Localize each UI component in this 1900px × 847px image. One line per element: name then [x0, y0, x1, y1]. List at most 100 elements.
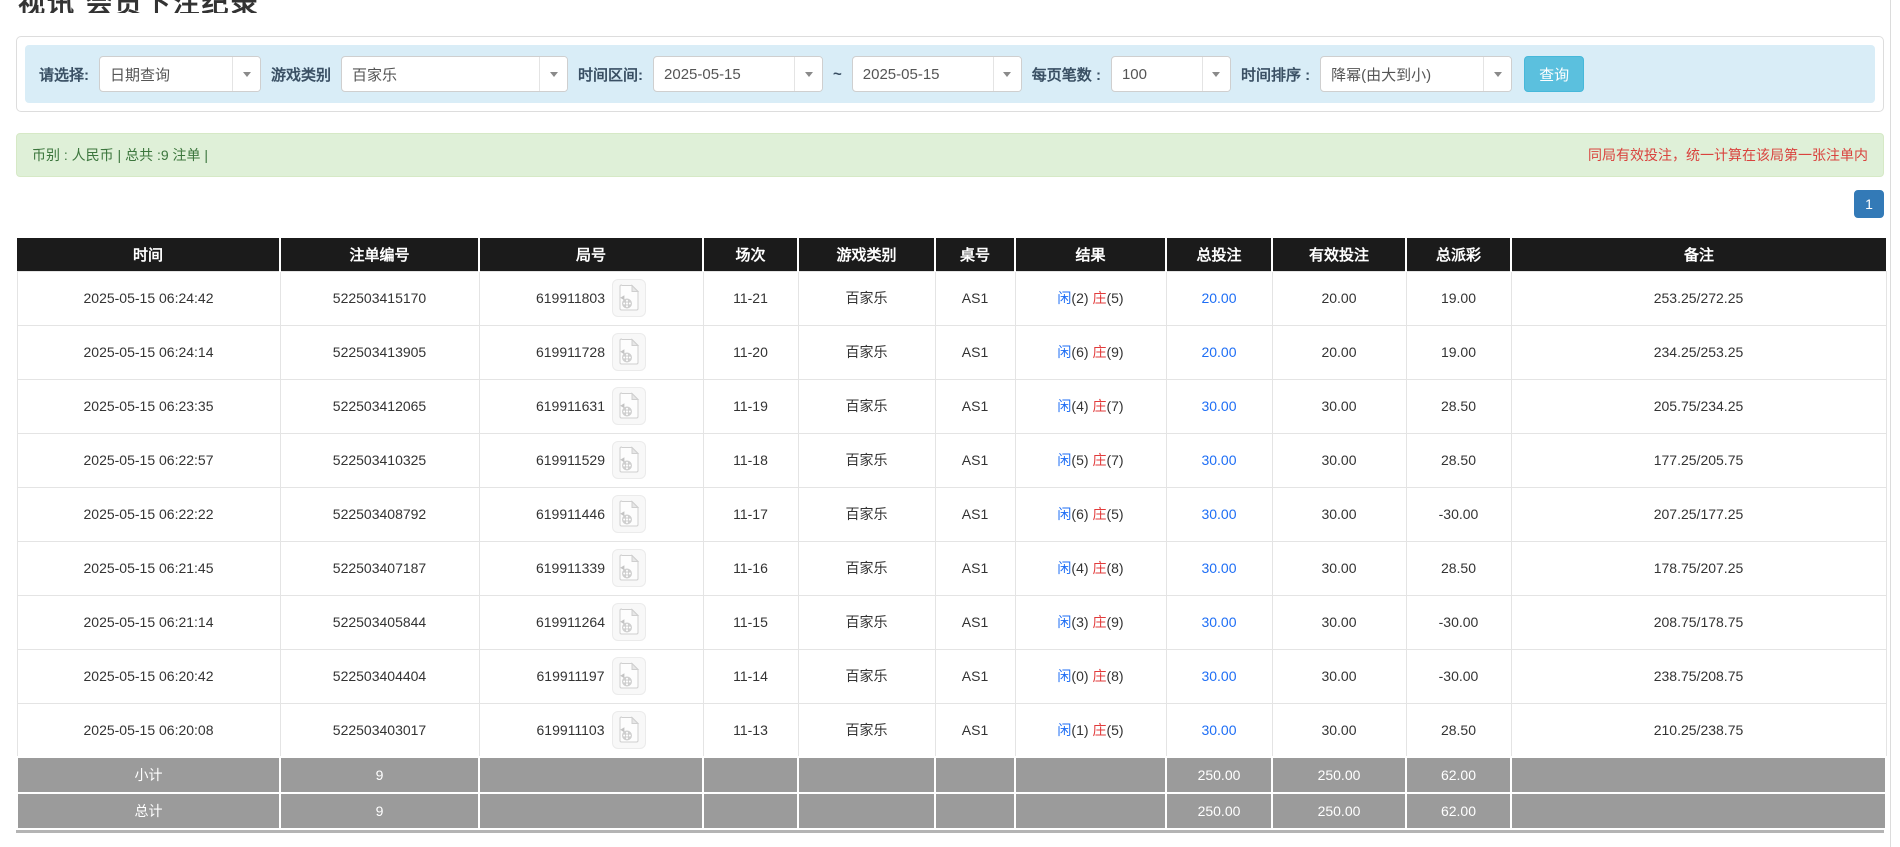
- banker-points: (7): [1106, 398, 1123, 414]
- total-bet-link[interactable]: 20.00: [1201, 290, 1236, 306]
- cell-session: 11-20: [703, 325, 798, 379]
- date-from-select[interactable]: [653, 56, 823, 92]
- cell-game-category: 百家乐: [798, 649, 935, 703]
- game-category-select[interactable]: [341, 56, 568, 92]
- total-bet-link[interactable]: 30.00: [1201, 452, 1236, 468]
- video-replay-button[interactable]: [612, 387, 646, 425]
- cell-remark: 178.75/207.25: [1511, 541, 1886, 595]
- film-icon: [618, 716, 640, 744]
- video-replay-button[interactable]: [612, 279, 646, 317]
- cell-time: 2025-05-15 06:22:22: [17, 487, 280, 541]
- table-row: 2025-05-15 06:20:42522503404404619911197…: [17, 649, 1886, 703]
- total-bet-link[interactable]: 30.00: [1201, 506, 1236, 522]
- chevron-down-icon[interactable]: [1202, 57, 1230, 91]
- video-replay-button[interactable]: [612, 441, 646, 479]
- date-to-input[interactable]: [853, 57, 993, 91]
- total-bet-link[interactable]: 30.00: [1201, 614, 1236, 630]
- cell-valid-bet: 30.00: [1272, 433, 1406, 487]
- banker-result: 庄: [1092, 614, 1106, 630]
- chevron-down-icon[interactable]: [539, 57, 567, 91]
- sum-empty-cell: [1511, 757, 1886, 793]
- cell-round-number: 619911529: [479, 433, 703, 487]
- banker-points: (8): [1106, 560, 1123, 576]
- cell-time: 2025-05-15 06:20:42: [17, 649, 280, 703]
- cell-remark: 253.25/272.25: [1511, 271, 1886, 325]
- cell-time: 2025-05-15 06:20:08: [17, 703, 280, 757]
- player-points: (6): [1071, 344, 1088, 360]
- video-replay-button[interactable]: [612, 657, 646, 695]
- banker-points: (7): [1106, 452, 1123, 468]
- cell-table-number: AS1: [935, 271, 1015, 325]
- cell-session: 11-18: [703, 433, 798, 487]
- cell-remark: 205.75/234.25: [1511, 379, 1886, 433]
- cell-result: 闲(0) 庄(8): [1015, 649, 1166, 703]
- game-category-input[interactable]: [342, 57, 539, 91]
- cell-remark: 208.75/178.75: [1511, 595, 1886, 649]
- cell-valid-bet: 30.00: [1272, 541, 1406, 595]
- banker-points: (9): [1106, 614, 1123, 630]
- player-points: (2): [1071, 290, 1088, 306]
- round-number: 619911339: [536, 560, 605, 576]
- cell-session: 11-14: [703, 649, 798, 703]
- filter-bar: 请选择: 游戏类别 时间区间: ~: [25, 45, 1875, 103]
- player-result: 闲: [1057, 398, 1071, 414]
- cell-round-number: 619911446: [479, 487, 703, 541]
- round-number: 619911631: [536, 398, 605, 414]
- cell-total-bet: 30.00: [1166, 487, 1272, 541]
- search-button[interactable]: 查询: [1524, 56, 1584, 92]
- date-to-select[interactable]: [852, 56, 1022, 92]
- sum-empty-cell: [1015, 793, 1166, 829]
- chevron-down-icon[interactable]: [1483, 57, 1511, 91]
- currency-total-text: 币别 : 人民币 | 总共 :9 注单 |: [32, 145, 208, 165]
- sum-empty-cell: [935, 793, 1015, 829]
- total-bet-link[interactable]: 30.00: [1201, 398, 1236, 414]
- cell-bet-number: 522503403017: [280, 703, 479, 757]
- cell-payout: -30.00: [1406, 649, 1511, 703]
- query-type-select[interactable]: [99, 56, 261, 92]
- banker-points: (5): [1106, 506, 1123, 522]
- cell-game-category: 百家乐: [798, 541, 935, 595]
- cell-result: 闲(2) 庄(5): [1015, 271, 1166, 325]
- video-replay-button[interactable]: [612, 549, 646, 587]
- chevron-down-icon[interactable]: [794, 57, 822, 91]
- round-number: 619911728: [536, 344, 605, 360]
- page-1-button[interactable]: 1: [1854, 190, 1884, 218]
- time-sort-select[interactable]: [1320, 56, 1512, 92]
- total-bet-link[interactable]: 30.00: [1201, 560, 1236, 576]
- cell-time: 2025-05-15 06:24:14: [17, 325, 280, 379]
- scrollbar-track-edge: [1890, 0, 1891, 847]
- cell-bet-number: 522503410325: [280, 433, 479, 487]
- video-replay-button[interactable]: [612, 333, 646, 371]
- round-number-wrap: 619911446: [536, 495, 646, 533]
- player-result: 闲: [1057, 506, 1071, 522]
- chevron-down-icon[interactable]: [993, 57, 1021, 91]
- total-bet-link[interactable]: 30.00: [1201, 668, 1236, 684]
- page-size-select[interactable]: [1111, 56, 1231, 92]
- total-bet-link[interactable]: 20.00: [1201, 344, 1236, 360]
- table-row: 2025-05-15 06:24:42522503415170619911803…: [17, 271, 1886, 325]
- total-bet-link[interactable]: 30.00: [1201, 722, 1236, 738]
- chevron-down-icon[interactable]: [232, 57, 260, 91]
- cell-game-category: 百家乐: [798, 595, 935, 649]
- cell-result: 闲(6) 庄(9): [1015, 325, 1166, 379]
- banker-result: 庄: [1092, 506, 1106, 522]
- query-type-input[interactable]: [100, 57, 232, 91]
- film-icon: [618, 662, 640, 690]
- cell-session: 11-13: [703, 703, 798, 757]
- video-replay-button[interactable]: [612, 603, 646, 641]
- summary-bar: 币别 : 人民币 | 总共 :9 注单 | 同局有效投注，统一计算在该局第一张注…: [16, 133, 1884, 177]
- sum-valid-bet: 250.00: [1272, 793, 1406, 829]
- date-from-input[interactable]: [654, 57, 794, 91]
- video-replay-button[interactable]: [612, 495, 646, 533]
- time-sort-input[interactable]: [1321, 57, 1483, 91]
- cell-result: 闲(6) 庄(5): [1015, 487, 1166, 541]
- sum-label: 总计: [17, 793, 280, 829]
- column-header: 总投注: [1166, 238, 1272, 271]
- table-row: 2025-05-15 06:20:08522503403017619911103…: [17, 703, 1886, 757]
- cell-payout: -30.00: [1406, 487, 1511, 541]
- video-replay-button[interactable]: [612, 711, 646, 749]
- page-size-input[interactable]: [1112, 57, 1202, 91]
- table-row: 2025-05-15 06:22:22522503408792619911446…: [17, 487, 1886, 541]
- cell-table-number: AS1: [935, 325, 1015, 379]
- cell-table-number: AS1: [935, 703, 1015, 757]
